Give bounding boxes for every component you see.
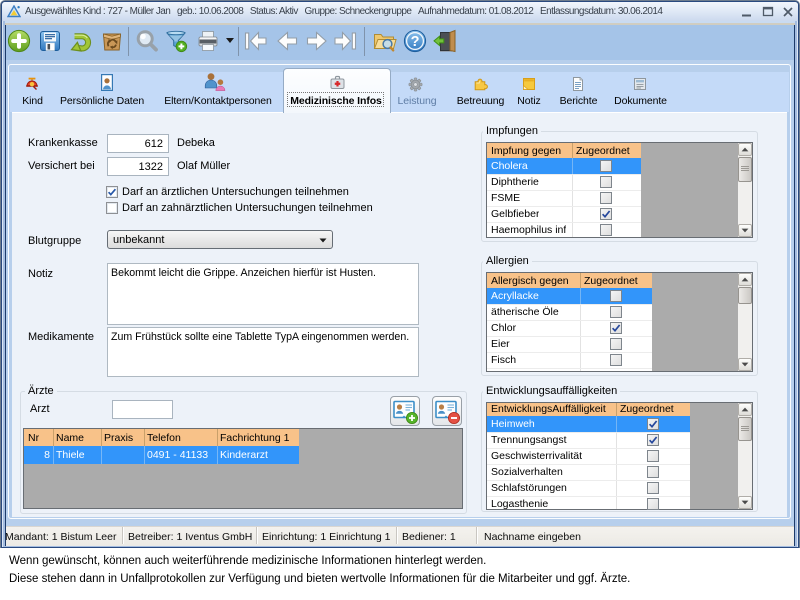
svg-text:?: ? xyxy=(411,34,420,50)
